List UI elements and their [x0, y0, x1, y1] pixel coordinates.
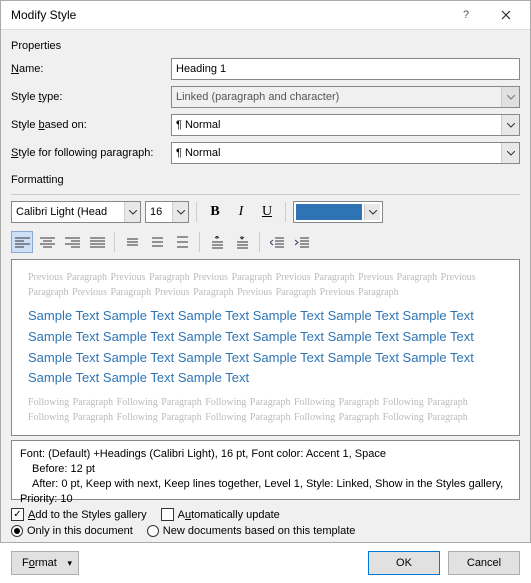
- chevron-down-icon: [501, 87, 519, 107]
- style-type-combo: Linked (paragraph and character): [171, 86, 520, 108]
- help-button[interactable]: ?: [446, 1, 486, 29]
- separator: [11, 194, 520, 195]
- titlebar: Modify Style ?: [1, 1, 530, 30]
- auto-update-checkbox[interactable]: Automatically update: [161, 508, 280, 521]
- chevron-down-icon[interactable]: [501, 143, 519, 163]
- format-button[interactable]: Format▾: [11, 551, 79, 575]
- new-docs-radio[interactable]: New documents based on this template: [147, 525, 356, 537]
- close-button[interactable]: [486, 1, 526, 29]
- space-before-inc-button[interactable]: [206, 231, 228, 253]
- dialog-title: Modify Style: [11, 8, 446, 22]
- formatting-section-label: Formatting: [11, 174, 520, 186]
- space-before-dec-button[interactable]: [231, 231, 253, 253]
- style-type-label: Style type:: [11, 91, 171, 103]
- chevron-down-icon[interactable]: [501, 115, 519, 135]
- chevron-down-icon[interactable]: [172, 202, 188, 222]
- ok-button[interactable]: OK: [368, 551, 440, 575]
- align-justify-button[interactable]: [86, 231, 108, 253]
- underline-button[interactable]: U: [256, 201, 278, 223]
- cancel-button[interactable]: Cancel: [448, 551, 520, 575]
- align-left-button[interactable]: [11, 231, 33, 253]
- properties-section-label: Properties: [11, 40, 520, 52]
- following-combo[interactable]: ¶ Normal: [171, 142, 520, 164]
- bold-button[interactable]: B: [204, 201, 226, 223]
- style-description: Font: (Default) +Headings (Calibri Light…: [11, 440, 520, 500]
- preview-prev-text: Previous Paragraph Previous Paragraph Pr…: [28, 270, 503, 300]
- color-swatch: [296, 204, 362, 220]
- font-combo[interactable]: Calibri Light (Head: [11, 201, 141, 223]
- preview-pane: Previous Paragraph Previous Paragraph Pr…: [11, 259, 520, 436]
- line-spacing-1-button[interactable]: [121, 231, 143, 253]
- preview-sample-text: Sample Text Sample Text Sample Text Samp…: [28, 306, 503, 389]
- name-label: Name:: [11, 63, 171, 75]
- font-color-picker[interactable]: [293, 201, 383, 223]
- only-doc-radio[interactable]: Only in this document: [11, 525, 133, 537]
- align-center-button[interactable]: [36, 231, 58, 253]
- preview-follow-text: Following Paragraph Following Paragraph …: [28, 395, 503, 425]
- indent-inc-button[interactable]: [291, 231, 313, 253]
- size-combo[interactable]: 16: [145, 201, 189, 223]
- based-on-combo[interactable]: ¶ Normal: [171, 114, 520, 136]
- indent-dec-button[interactable]: [266, 231, 288, 253]
- based-on-label: Style based on:: [11, 119, 171, 131]
- chevron-down-icon[interactable]: [364, 204, 380, 220]
- align-right-button[interactable]: [61, 231, 83, 253]
- line-spacing-1.5-button[interactable]: [146, 231, 168, 253]
- caret-down-icon: ▾: [67, 558, 72, 569]
- add-gallery-checkbox[interactable]: ✓ Add to the Styles gallery: [11, 508, 147, 521]
- line-spacing-2-button[interactable]: [171, 231, 193, 253]
- chevron-down-icon[interactable]: [124, 202, 140, 222]
- italic-button[interactable]: I: [230, 201, 252, 223]
- following-label: Style for following paragraph:: [11, 147, 171, 159]
- name-input[interactable]: Heading 1: [171, 58, 520, 80]
